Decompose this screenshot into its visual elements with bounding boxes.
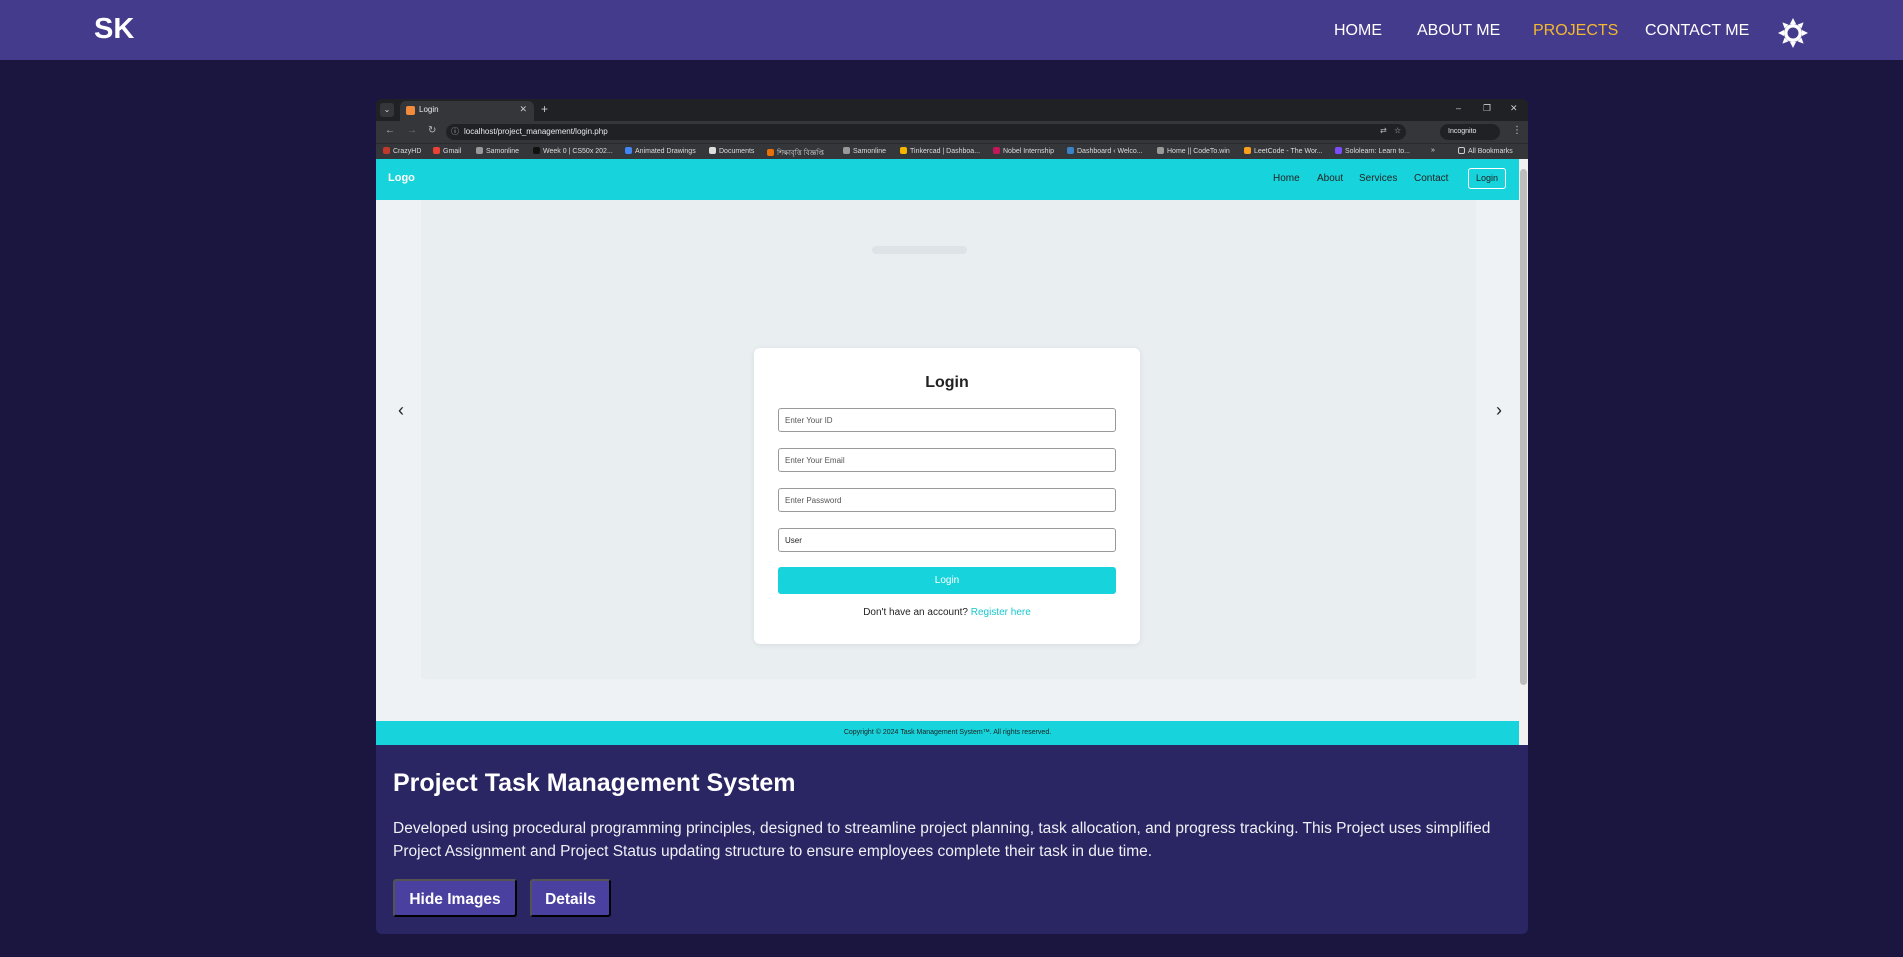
bookmark-item: Samonline — [476, 147, 519, 155]
sun-icon[interactable] — [1777, 17, 1809, 49]
login-form: Login Enter Your ID Enter Your Email Ent… — [754, 348, 1140, 644]
scrollbar-thumb — [1520, 169, 1527, 685]
site-info-icon: ⓘ — [451, 127, 459, 136]
tab-search-icon: ⌄ — [380, 103, 394, 117]
bookmark-item: Tinkercad | Dashboa... — [900, 147, 980, 155]
bookmark-item: Week 0 | CS50x 202... — [533, 147, 613, 155]
role-select: User — [778, 528, 1116, 552]
preview-nav-contact: Contact — [1414, 173, 1449, 184]
bookmark-favicon-icon — [433, 147, 440, 154]
carousel-prev-icon[interactable]: ‹ — [398, 400, 404, 421]
nav-home-link[interactable]: HOME — [1334, 22, 1382, 40]
bookmark-item: Home || CodeTo.win — [1157, 147, 1230, 155]
bookmark-favicon-icon — [993, 147, 1000, 154]
browser-tab: Login ✕ — [400, 101, 534, 121]
bookmark-star-icon: ☆ — [1394, 126, 1402, 135]
bookmark-item: CrazyHD — [383, 147, 421, 155]
reload-icon: ↻ — [428, 125, 437, 136]
project-title: Project Task Management System — [393, 769, 796, 797]
back-icon: ← — [385, 125, 395, 136]
bookmark-favicon-icon — [900, 147, 907, 154]
site-logo[interactable]: SK — [94, 13, 134, 46]
incognito-label: Incognito — [1448, 128, 1477, 135]
bookmark-favicon-icon — [1244, 147, 1251, 154]
bookmark-favicon-icon — [1335, 147, 1342, 154]
minimize-icon: – — [1456, 103, 1462, 113]
tab-favicon-icon — [406, 106, 415, 115]
url-text: localhost/project_management/login.php — [464, 127, 608, 136]
bookmarks-bar: CrazyHD Gmail Samonline Week 0 | CS50x 2… — [376, 143, 1528, 159]
tab-close-icon: ✕ — [519, 104, 527, 114]
bookmark-favicon-icon — [383, 147, 390, 154]
preview-navbar: Logo Home About Services Contact Login — [376, 159, 1519, 200]
browser-address-bar: ← → ↻ ⓘ localhost/project_management/log… — [376, 121, 1528, 143]
preview-footer: Copyright © 2024 Task Management System™… — [376, 721, 1519, 745]
incognito-badge: Incognito — [1440, 124, 1500, 140]
preview-nav-login: Login — [1468, 168, 1506, 189]
folder-icon — [1458, 147, 1465, 154]
bookmark-item: Animated Drawings — [625, 147, 696, 155]
all-bookmarks: All Bookmarks — [1458, 147, 1513, 155]
bookmark-item: Gmail — [433, 147, 461, 155]
new-tab-icon: + — [541, 102, 549, 116]
register-prompt-text: Don't have an account? — [863, 607, 968, 618]
top-navbar: SK HOME ABOUT ME PROJECTS CONTACT ME — [0, 0, 1903, 60]
bookmark-item: শিক্ষাবৃত্তি বিজ্ঞপ্তি — [767, 147, 824, 159]
translate-icon: ⇄ — [1380, 126, 1387, 135]
bookmark-favicon-icon — [843, 147, 850, 154]
project-description: Developed using procedural programming p… — [393, 820, 1491, 860]
bookmark-item: Sololearn: Learn to... — [1335, 147, 1410, 155]
register-link: Register here — [970, 607, 1031, 618]
url-field: ⓘ localhost/project_management/login.php… — [446, 124, 1406, 140]
bookmark-item: Documents — [709, 147, 754, 155]
preview-nav-home: Home — [1273, 173, 1300, 184]
preview-nav-about: About — [1317, 173, 1344, 184]
restore-icon: ❐ — [1483, 103, 1492, 113]
carousel-next-icon[interactable]: › — [1496, 400, 1502, 421]
register-prompt: Don't have an account? Register here — [754, 607, 1140, 618]
bookmark-item: Dashboard ‹ Welco... — [1067, 147, 1143, 155]
bookmark-favicon-icon — [1157, 147, 1164, 154]
login-submit-button: Login — [778, 567, 1116, 594]
bookmark-favicon-icon — [1067, 147, 1074, 154]
hide-images-button[interactable]: Hide Images — [393, 879, 517, 917]
email-field: Enter Your Email — [778, 448, 1116, 472]
bookmark-favicon-icon — [533, 147, 540, 154]
bookmark-favicon-icon — [476, 147, 483, 154]
id-field: Enter Your ID — [778, 408, 1116, 432]
nav-projects-link[interactable]: PROJECTS — [1533, 22, 1618, 40]
login-page-preview: Logo Home About Services Contact Login ‹… — [376, 159, 1519, 745]
bookmark-favicon-icon — [767, 149, 774, 156]
project-card: ⌄ Login ✕ + – ❐ ✕ ← → ↻ ⓘ localhost/proj… — [376, 99, 1528, 934]
nav-contact-link[interactable]: CONTACT ME — [1645, 22, 1749, 40]
details-button[interactable]: Details — [530, 879, 611, 917]
bookmark-item: Samonline — [843, 147, 886, 155]
browser-tab-bar: ⌄ Login ✕ + – ❐ ✕ — [376, 99, 1528, 121]
tab-title: Login — [419, 105, 439, 114]
bookmark-favicon-icon — [625, 147, 632, 154]
project-screenshot: ⌄ Login ✕ + – ❐ ✕ ← → ↻ ⓘ localhost/proj… — [376, 99, 1528, 745]
nav-about-link[interactable]: ABOUT ME — [1417, 22, 1500, 40]
preview-nav-services: Services — [1359, 173, 1398, 184]
forward-icon: → — [407, 125, 417, 136]
password-field: Enter Password — [778, 488, 1116, 512]
window-close-icon: ✕ — [1510, 103, 1518, 113]
preview-scrollbar — [1519, 159, 1528, 745]
preview-logo: Logo — [388, 172, 415, 184]
browser-menu-icon: ⋮ — [1512, 125, 1522, 136]
blurred-heading — [872, 246, 967, 254]
bookmarks-overflow-icon: » — [1431, 147, 1435, 154]
bookmark-favicon-icon — [709, 147, 716, 154]
bookmark-item: LeetCode - The Wor... — [1244, 147, 1323, 155]
login-form-title: Login — [925, 374, 969, 391]
bookmark-item: Nobel Internship — [993, 147, 1054, 155]
